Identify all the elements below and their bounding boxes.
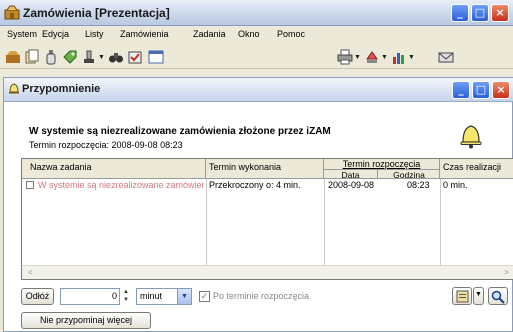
- spin-down-icon[interactable]: ▼: [121, 296, 131, 304]
- close-button[interactable]: ×: [491, 4, 509, 22]
- after-start-checkbox[interactable]: ✓: [199, 291, 210, 302]
- reminder-icon[interactable]: [127, 49, 143, 65]
- row-checkbox[interactable]: [26, 181, 34, 189]
- title-bar[interactable]: Zamówienia [Prezentacja] _ □ ×: [0, 0, 513, 26]
- search-icon: [491, 290, 505, 304]
- export-dropdown-icon[interactable]: ▼: [381, 54, 388, 61]
- postpone-button[interactable]: Odłóż: [21, 288, 54, 305]
- child-minimize-button[interactable]: _: [452, 81, 470, 99]
- reminder-title: Przypomnienie: [22, 83, 101, 95]
- start-time-line: Termin rozpoczęcia: 2008-09-08 08:23: [29, 140, 183, 150]
- table-row[interactable]: W systemie są niezrealizowane zamówienia…: [22, 179, 513, 191]
- calendar-icon[interactable]: [148, 49, 164, 65]
- envelope-icon[interactable]: [438, 49, 454, 65]
- row-due: Przekroczony o: 4 min.: [209, 180, 301, 190]
- search-button[interactable]: [488, 287, 508, 305]
- menu-bar: System Edycja Listy Zamówienia Zadania O…: [0, 27, 513, 43]
- report-icon: [456, 290, 469, 303]
- grid-header: Nazwa zadania Termin wykonania Termin ro…: [22, 159, 513, 180]
- menu-system[interactable]: System: [7, 29, 37, 39]
- reminder-title-bar[interactable]: Przypomnienie _ □ ×: [4, 78, 513, 102]
- orders-icon[interactable]: [5, 49, 21, 65]
- col-task-name[interactable]: Nazwa zadania: [22, 159, 206, 179]
- start-time-label: Termin rozpoczęcia:: [29, 140, 110, 150]
- toolbar: ▼ ▼ ▼ ▼: [0, 45, 513, 69]
- scroll-right-icon[interactable]: >: [500, 267, 513, 279]
- col-start-date[interactable]: Data: [324, 169, 378, 180]
- grid-divider: [206, 179, 207, 265]
- after-start-label: Po terminie rozpoczęcia: [213, 291, 310, 301]
- row-date: 2008-09-08: [328, 180, 375, 190]
- amount-spinner[interactable]: ▲ ▼: [121, 288, 131, 305]
- binoculars-icon[interactable]: [108, 49, 124, 65]
- dont-remind-button[interactable]: Nie przypominaj więcej: [21, 312, 151, 329]
- bell-icon: [460, 125, 482, 149]
- spin-up-icon[interactable]: ▲: [121, 288, 131, 296]
- export-icon[interactable]: [364, 49, 380, 65]
- col-start-time[interactable]: Godzina: [378, 169, 440, 180]
- documents-icon[interactable]: [24, 49, 40, 65]
- maximize-button[interactable]: □: [471, 4, 489, 22]
- col-due[interactable]: Termin wykonania: [206, 159, 324, 179]
- window-title: Zamówienia [Prezentacja]: [23, 6, 170, 20]
- main-window: Zamówienia [Prezentacja] _ □ × System Ed…: [0, 0, 513, 332]
- chevron-down-icon[interactable]: ▼: [177, 289, 191, 304]
- stamp-icon[interactable]: [81, 49, 97, 65]
- col-duration[interactable]: Czas realizacji: [440, 159, 513, 179]
- menu-okno[interactable]: Okno: [238, 29, 260, 39]
- report-dropdown-icon: ▼: [475, 291, 482, 298]
- child-close-button[interactable]: ×: [492, 81, 510, 99]
- reminder-window: Przypomnienie _ □ × W systemie są niezre…: [3, 77, 513, 332]
- horizontal-scrollbar[interactable]: < >: [22, 265, 513, 279]
- unit-value: minut: [140, 291, 163, 301]
- printer-icon[interactable]: [337, 49, 353, 65]
- app-icon: [4, 5, 20, 20]
- child-maximize-button[interactable]: □: [472, 81, 490, 99]
- menu-zamowienia[interactable]: Zamówienia: [120, 29, 169, 39]
- start-time-value: 2008-09-08 08:23: [111, 140, 183, 150]
- row-time: 08:23: [407, 180, 430, 190]
- tasks-grid: Nazwa zadania Termin wykonania Termin ro…: [21, 158, 513, 280]
- row-duration: 0 min.: [443, 180, 468, 190]
- postpone-amount-input[interactable]: 0: [60, 288, 120, 305]
- unit-select[interactable]: minut ▼: [136, 288, 192, 305]
- printer-dropdown-icon[interactable]: ▼: [354, 54, 361, 61]
- menu-edycja[interactable]: Edycja: [42, 29, 69, 39]
- bell-small-icon: [9, 83, 19, 94]
- row-task-name: W systemie są niezrealizowane zamówienia…: [38, 180, 204, 190]
- grid-divider: [440, 179, 441, 265]
- menu-zadania[interactable]: Zadania: [193, 29, 226, 39]
- chart-icon[interactable]: [391, 49, 407, 65]
- grid-divider: [324, 179, 325, 265]
- stamp-dropdown-icon[interactable]: ▼: [98, 54, 105, 61]
- report-button[interactable]: [452, 287, 472, 305]
- report-dropdown-button[interactable]: ▼: [473, 287, 484, 305]
- col-start[interactable]: Termin rozpoczęcia Data Godzina: [324, 159, 440, 180]
- scroll-left-icon[interactable]: <: [24, 267, 37, 279]
- minimize-button[interactable]: _: [451, 4, 469, 22]
- menu-pomoc[interactable]: Pomoc: [277, 29, 305, 39]
- chart-dropdown-icon[interactable]: ▼: [408, 54, 415, 61]
- reminder-headline: W systemie są niezrealizowane zamówienia…: [29, 126, 331, 137]
- menu-listy[interactable]: Listy: [85, 29, 104, 39]
- bottle-icon[interactable]: [43, 49, 59, 65]
- tag-icon[interactable]: [62, 49, 78, 65]
